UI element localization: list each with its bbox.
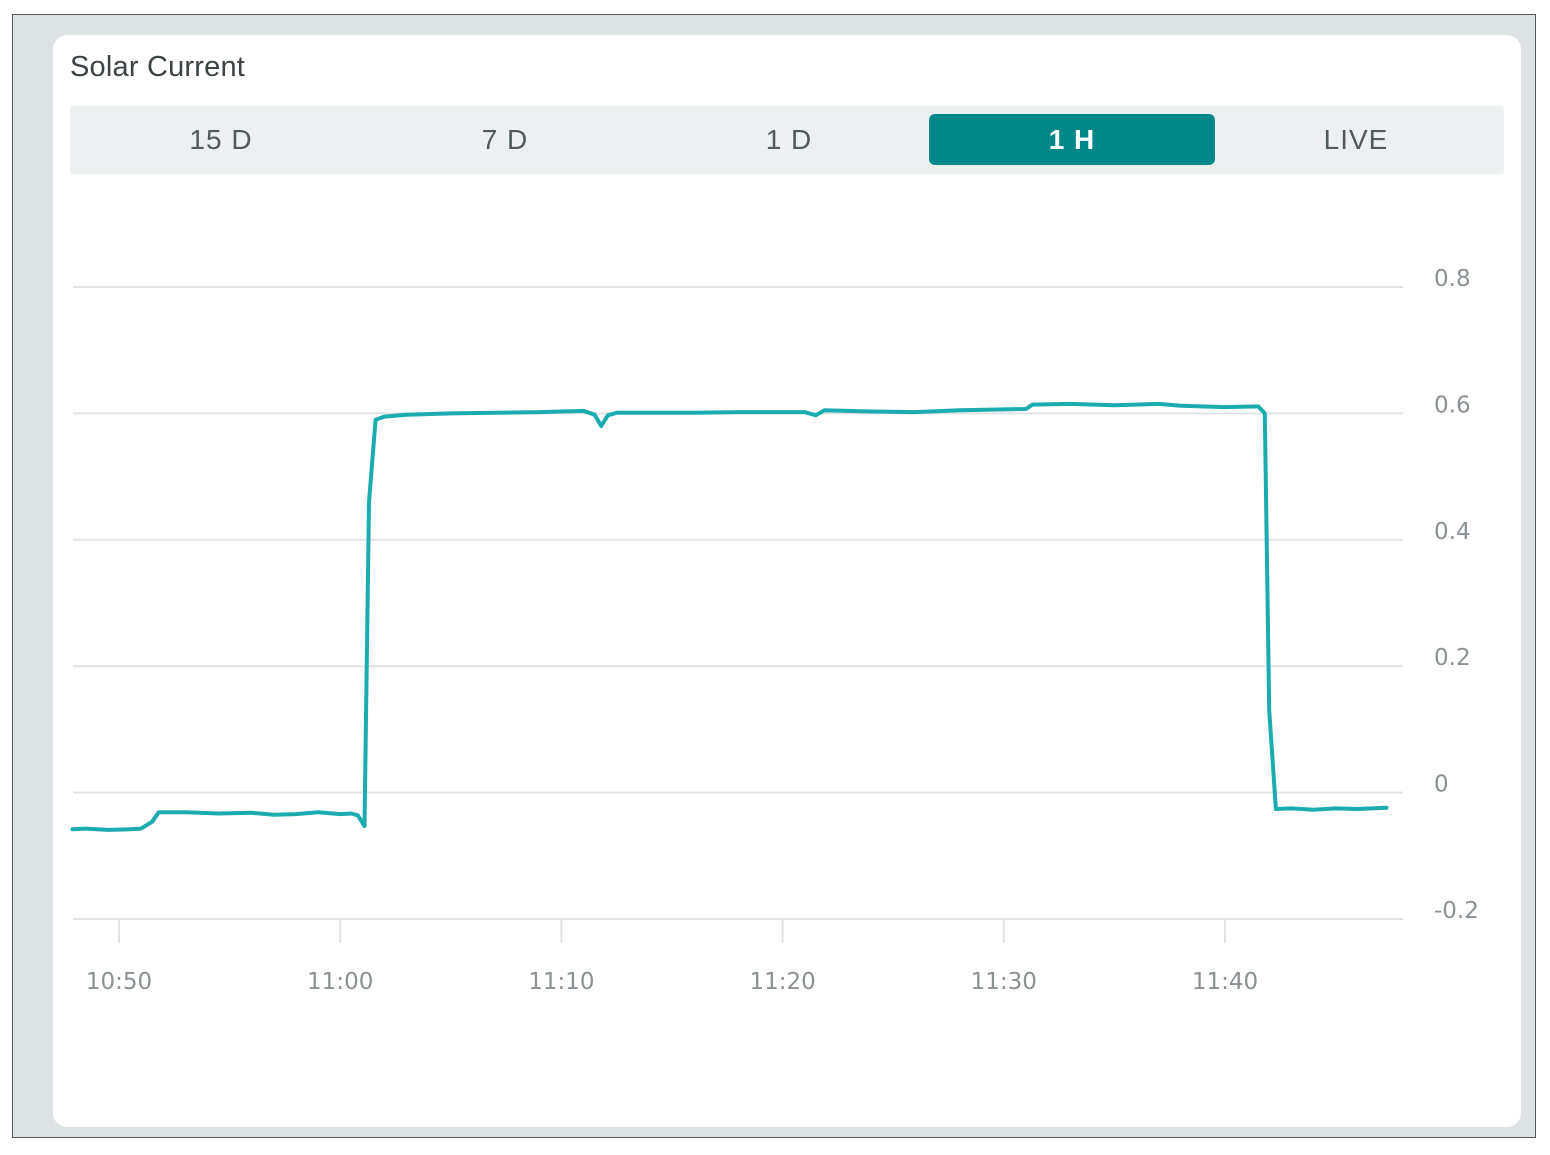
y-tick-label: 0.8: [1434, 266, 1471, 292]
solar-current-chart: 0.8 0.6 0.4 0.2 0 -0.2 10:50 11:00 11:10 11:20 11:…: [70, 266, 1479, 995]
y-tick-label: 0.2: [1434, 645, 1471, 671]
y-tick-label: 0.4: [1434, 519, 1471, 545]
solar-current-series-line: [70, 401, 1389, 832]
x-tick-label: 11:30: [971, 969, 1037, 995]
x-tick-label: 11:20: [749, 969, 815, 995]
y-tick-label: -0.2: [1434, 898, 1479, 924]
chart-widget-card: Solar Current 15 D 7 D 1 D 1 H LIVE 0.8 0…: [53, 35, 1521, 1127]
x-tick-label: 10:50: [86, 969, 152, 995]
x-tick-label: 11:40: [1192, 969, 1258, 995]
y-tick-label: 0.6: [1434, 392, 1471, 418]
y-tick-label: 0: [1434, 772, 1449, 798]
x-tick-label: 11:00: [307, 969, 373, 995]
x-tick-label: 11:10: [528, 969, 594, 995]
widget-frame: Solar Current 15 D 7 D 1 D 1 H LIVE 0.8 0…: [12, 14, 1536, 1138]
